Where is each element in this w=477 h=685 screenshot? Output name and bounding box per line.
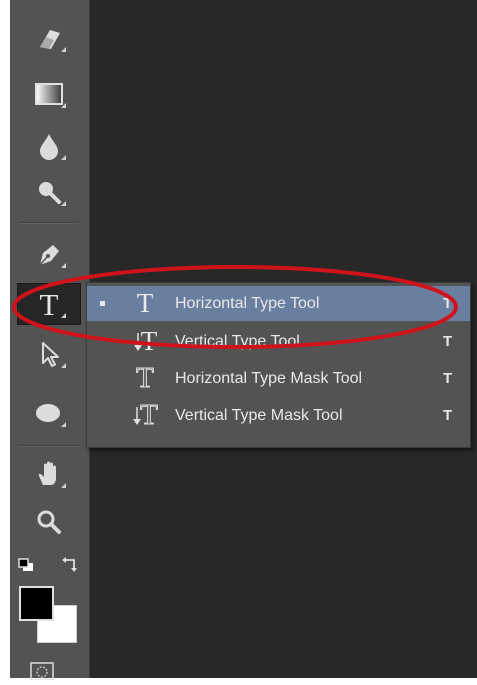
- pen-icon: [34, 239, 64, 269]
- menu-item-label: Vertical Type Tool: [175, 332, 300, 350]
- gradient-icon: [34, 81, 64, 107]
- submenu-indicator: [61, 155, 66, 160]
- menu-item-vertical-type-tool[interactable]: T Vertical Type Tool T: [87, 324, 470, 359]
- zoom-icon: [34, 507, 64, 537]
- swap-arrows-icon: [61, 557, 79, 578]
- dodge-icon: [34, 177, 64, 207]
- menu-item-label: Horizontal Type Tool: [175, 294, 320, 312]
- submenu-indicator: [61, 483, 66, 488]
- ellipse-tool[interactable]: [18, 393, 80, 433]
- menu-item-shortcut: T: [443, 333, 453, 350]
- gradient-tool[interactable]: [18, 74, 80, 114]
- submenu-indicator: [61, 422, 66, 427]
- hand-tool[interactable]: [18, 454, 80, 494]
- type-mask-glyph: T: [140, 399, 159, 432]
- submenu-indicator: [61, 263, 66, 268]
- swap-colors-button[interactable]: [61, 556, 79, 574]
- vertical-type-icon: T: [127, 326, 163, 358]
- submenu-indicator: [61, 363, 66, 368]
- eraser-icon: [34, 25, 64, 51]
- type-icon: T: [39, 286, 59, 322]
- dodge-tool[interactable]: [18, 172, 80, 212]
- menu-item-shortcut: T: [443, 407, 453, 424]
- horizontal-type-icon: T: [127, 288, 163, 320]
- menu-item-vertical-type-mask-tool[interactable]: T Vertical Type Mask Tool T: [87, 398, 470, 433]
- default-colors-button[interactable]: [18, 558, 34, 572]
- menu-item-label: Vertical Type Mask Tool: [175, 406, 343, 424]
- vertical-type-mask-icon: T: [127, 399, 163, 432]
- zoom-tool[interactable]: [18, 502, 80, 542]
- submenu-indicator: [61, 103, 66, 108]
- eraser-tool[interactable]: [18, 18, 80, 58]
- drop-icon: [34, 131, 64, 161]
- current-tool-bullet: [100, 301, 105, 306]
- pen-tool[interactable]: [18, 234, 80, 274]
- hand-icon: [34, 459, 64, 489]
- type-mask-glyph: T: [136, 362, 155, 395]
- quick-mask-button[interactable]: [28, 660, 56, 681]
- quick-mask-icon: [28, 662, 56, 684]
- type-glyph: T: [136, 288, 154, 318]
- menu-item-label: Horizontal Type Mask Tool: [175, 369, 363, 387]
- submenu-indicator: [61, 201, 66, 206]
- type-tool[interactable]: T: [17, 283, 81, 325]
- menu-item-horizontal-type-tool[interactable]: T Horizontal Type Tool T: [87, 286, 470, 321]
- horizontal-type-mask-icon: T: [127, 362, 163, 395]
- blur-tool[interactable]: [18, 126, 80, 166]
- toolbar-divider: [20, 445, 78, 447]
- tools-panel: T: [10, 0, 90, 681]
- default-colors-icon: [18, 558, 34, 576]
- submenu-indicator: [61, 47, 66, 52]
- menu-item-horizontal-type-mask-tool[interactable]: T Horizontal Type Mask Tool T: [87, 361, 470, 396]
- menu-item-shortcut: T: [443, 295, 453, 312]
- menu-item-shortcut: T: [443, 370, 453, 387]
- toolbar-divider: [20, 222, 78, 224]
- type-glyph: T: [140, 326, 158, 356]
- arrow-icon: [34, 339, 64, 369]
- type-tool-flyout-menu: T Horizontal Type Tool T T Vertical Type…: [86, 282, 471, 448]
- path-selection-tool[interactable]: [18, 334, 80, 374]
- foreground-color-swatch[interactable]: [19, 586, 54, 621]
- submenu-indicator: [61, 313, 66, 318]
